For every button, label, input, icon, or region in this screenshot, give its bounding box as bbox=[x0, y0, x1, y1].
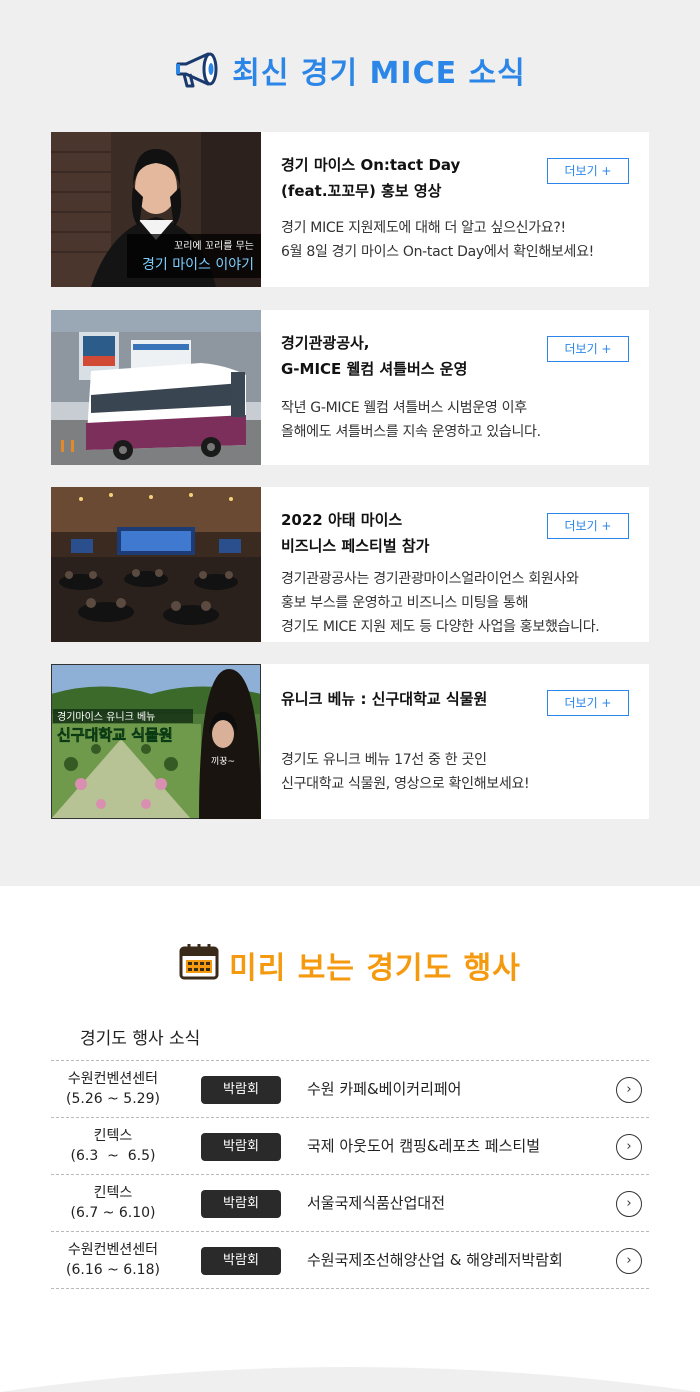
event-detail-button[interactable]: › bbox=[616, 1134, 642, 1160]
event-row[interactable]: 킨텍스 (6.7 ~ 6.10) 박람회 서울국제식품산업대전 › bbox=[51, 1175, 649, 1232]
chevron-right-icon: › bbox=[626, 1196, 632, 1211]
event-name[interactable]: 수원 카페&베이커리페어 bbox=[307, 1078, 461, 1099]
card-description: 경기 MICE 지원제도에 대해 더 알고 싶으신가요?! 6월 8일 경기 마… bbox=[281, 220, 594, 260]
event-detail-button[interactable]: › bbox=[616, 1077, 642, 1103]
thumb-caption-main: 경기 마이스 이야기 bbox=[142, 257, 254, 273]
card-title[interactable]: 경기관광공사, G-MICE 웰컴 셔틀버스 운영 bbox=[281, 330, 531, 382]
event-date: (6.16 ~ 6.18) bbox=[66, 1262, 160, 1278]
card-title[interactable]: 2022 아태 마이스 비즈니스 페스티벌 참가 bbox=[281, 507, 531, 559]
more-button[interactable]: 더보기 + bbox=[547, 690, 629, 716]
chevron-right-icon: › bbox=[626, 1082, 632, 1097]
chevron-right-icon: › bbox=[626, 1139, 632, 1154]
event-date: (6.3 ~ 6.5) bbox=[70, 1148, 156, 1164]
event-venue-block: 킨텍스 (6.7 ~ 6.10) bbox=[51, 1183, 175, 1223]
shuttle-bus-photo[interactable] bbox=[51, 310, 261, 465]
event-type-badge: 박람회 bbox=[201, 1190, 281, 1218]
event-venue: 킨텍스 bbox=[93, 1128, 133, 1144]
card-description: 경기도 유니크 베뉴 17선 중 한 곳인 신구대학교 식물원, 영상으로 확인… bbox=[281, 752, 530, 792]
event-row[interactable]: 수원컨벤션센터 (5.26 ~ 5.29) 박람회 수원 카페&베이커리페어 › bbox=[51, 1061, 649, 1118]
news-card-ontact-day[interactable]: 꼬리에 꼬리를 무는 경기 마이스 이야기 경기 마이스 On:tact Day… bbox=[51, 132, 649, 287]
events-section: 미리 보는 경기도 행사 경기도 행사 소식 수원컨벤션센터 (5.26 ~ 5… bbox=[0, 886, 700, 1392]
events-list: 수원컨벤션센터 (5.26 ~ 5.29) 박람회 수원 카페&베이커리페어 ›… bbox=[51, 1060, 649, 1289]
event-venue-block: 킨텍스 (6.3 ~ 6.5) bbox=[51, 1126, 175, 1166]
thumb-caption-top: 꼬리에 꼬리를 무는 bbox=[174, 240, 254, 252]
event-row[interactable]: 킨텍스 (6.3 ~ 6.5) 박람회 국제 아웃도어 캠핑&레포츠 페스티벌 … bbox=[51, 1118, 649, 1175]
event-type-badge: 박람회 bbox=[201, 1076, 281, 1104]
card-title[interactable]: 경기 마이스 On:tact Day (feat.꼬꼬무) 홍보 영상 bbox=[281, 152, 531, 204]
event-detail-button[interactable]: › bbox=[616, 1191, 642, 1217]
bottom-decorative-curve bbox=[0, 1367, 700, 1392]
more-button[interactable]: 더보기 + bbox=[547, 513, 629, 539]
news-card-unique-venue[interactable]: 경기마이스 유니크 베뉴 신구대학교 식물원 끼꿍~ 유니크 베뉴 : 신구대학… bbox=[51, 664, 649, 819]
event-venue-block: 수원컨벤션센터 (6.16 ~ 6.18) bbox=[51, 1240, 175, 1280]
thumb-bubble-text: 끼꿍~ bbox=[211, 756, 235, 767]
events-subheading: 경기도 행사 소식 bbox=[80, 1029, 201, 1049]
event-name[interactable]: 수원국제조선해양산업 & 해양레저박람회 bbox=[307, 1249, 563, 1270]
event-venue: 수원컨벤션센터 bbox=[67, 1242, 159, 1258]
more-button[interactable]: 더보기 + bbox=[547, 336, 629, 362]
event-type-badge: 박람회 bbox=[201, 1133, 281, 1161]
event-name[interactable]: 국제 아웃도어 캠핑&레포츠 페스티벌 bbox=[307, 1135, 540, 1156]
event-date: (6.7 ~ 6.10) bbox=[70, 1205, 156, 1221]
megaphone-icon bbox=[174, 50, 222, 90]
event-type-badge: 박람회 bbox=[201, 1247, 281, 1275]
more-button[interactable]: 더보기 + bbox=[547, 158, 629, 184]
chevron-right-icon: › bbox=[626, 1253, 632, 1268]
events-title-text: 미리 보는 경기도 행사 bbox=[229, 951, 521, 986]
card-description: 경기관광공사는 경기관광마이스얼라이언스 회원사와 홍보 부스를 운영하고 비즈… bbox=[281, 571, 600, 635]
news-section: 최신 경기 MICE 소식 꼬리에 꼬리를 무는 경기 마이스 이야기 경기 마… bbox=[0, 0, 700, 886]
event-name[interactable]: 서울국제식품산업대전 bbox=[307, 1192, 445, 1213]
event-detail-button[interactable]: › bbox=[616, 1248, 642, 1274]
news-title-text: 최신 경기 MICE 소식 bbox=[232, 56, 526, 91]
festival-hall-photo[interactable] bbox=[51, 487, 261, 642]
thumb-caption-top: 경기마이스 유니크 베뉴 bbox=[57, 710, 155, 723]
card-title[interactable]: 유니크 베뉴 : 신구대학교 식물원 bbox=[281, 686, 531, 712]
thumb-caption-main: 신구대학교 식물원 bbox=[57, 726, 173, 744]
video-thumbnail-interview[interactable]: 꼬리에 꼬리를 무는 경기 마이스 이야기 bbox=[51, 132, 261, 287]
news-section-title: 최신 경기 MICE 소식 bbox=[0, 48, 700, 92]
card-description: 작년 G-MICE 웰컴 셔틀버스 시범운영 이후 올해에도 셔틀버스를 지속 … bbox=[281, 400, 541, 440]
event-date: (5.26 ~ 5.29) bbox=[66, 1091, 160, 1107]
events-section-title: 미리 보는 경기도 행사 bbox=[0, 942, 700, 988]
event-venue: 수원컨벤션센터 bbox=[67, 1071, 159, 1087]
video-thumbnail-botanical-garden[interactable]: 경기마이스 유니크 베뉴 신구대학교 식물원 끼꿍~ bbox=[51, 664, 261, 819]
event-venue: 킨텍스 bbox=[93, 1185, 133, 1201]
calendar-icon bbox=[179, 942, 219, 988]
news-card-business-festival[interactable]: 2022 아태 마이스 비즈니스 페스티벌 참가 더보기 + 경기관광공사는 경… bbox=[51, 487, 649, 642]
event-venue-block: 수원컨벤션센터 (5.26 ~ 5.29) bbox=[51, 1069, 175, 1109]
event-row[interactable]: 수원컨벤션센터 (6.16 ~ 6.18) 박람회 수원국제조선해양산업 & 해… bbox=[51, 1232, 649, 1289]
news-card-shuttle-bus[interactable]: 경기관광공사, G-MICE 웰컴 셔틀버스 운영 더보기 + 작년 G-MIC… bbox=[51, 310, 649, 465]
